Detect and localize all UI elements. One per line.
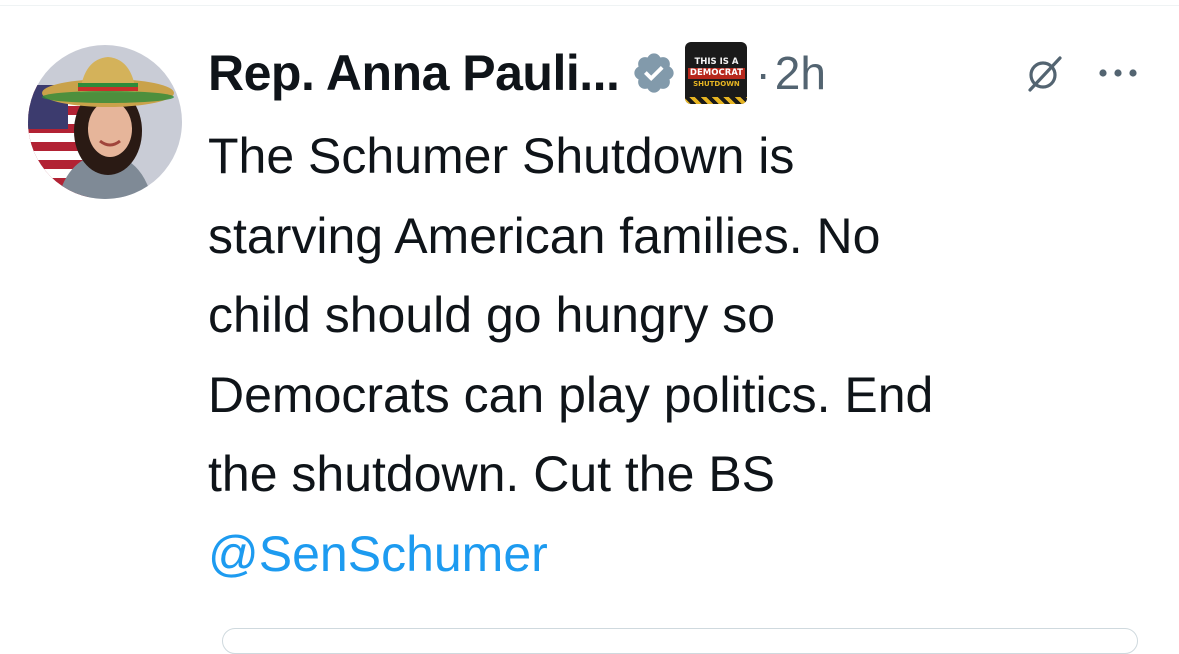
timestamp[interactable]: 2h: [775, 46, 826, 100]
hazard-stripe: [685, 97, 748, 104]
separator-dot: ·: [755, 47, 771, 99]
grok-icon[interactable]: [1024, 52, 1066, 94]
affiliation-badge-line2: DEMOCRAT: [687, 68, 745, 79]
author-name[interactable]: Rep. Anna Pauli...: [208, 44, 620, 102]
tweet-text: The Schumer Shutdown is starving America…: [208, 128, 934, 502]
affiliation-badge-line3: SHUTDOWN: [693, 80, 740, 88]
tweet-body: Rep. Anna Pauli... THIS IS A DEMOCRAT SH…: [208, 30, 1158, 594]
verified-badge-icon[interactable]: [631, 50, 677, 96]
mention-link[interactable]: @SenSchumer: [208, 515, 1158, 595]
affiliation-badge[interactable]: THIS IS A DEMOCRAT SHUTDOWN: [685, 42, 748, 104]
top-divider: [0, 5, 1179, 6]
tweet-header: Rep. Anna Pauli... THIS IS A DEMOCRAT SH…: [208, 30, 1158, 116]
avatar-photo: [28, 45, 182, 199]
affiliation-badge-line1: THIS IS A: [694, 57, 739, 67]
more-icon[interactable]: [1093, 58, 1145, 88]
quoted-card-edge[interactable]: [222, 628, 1138, 654]
avatar[interactable]: [28, 45, 182, 199]
